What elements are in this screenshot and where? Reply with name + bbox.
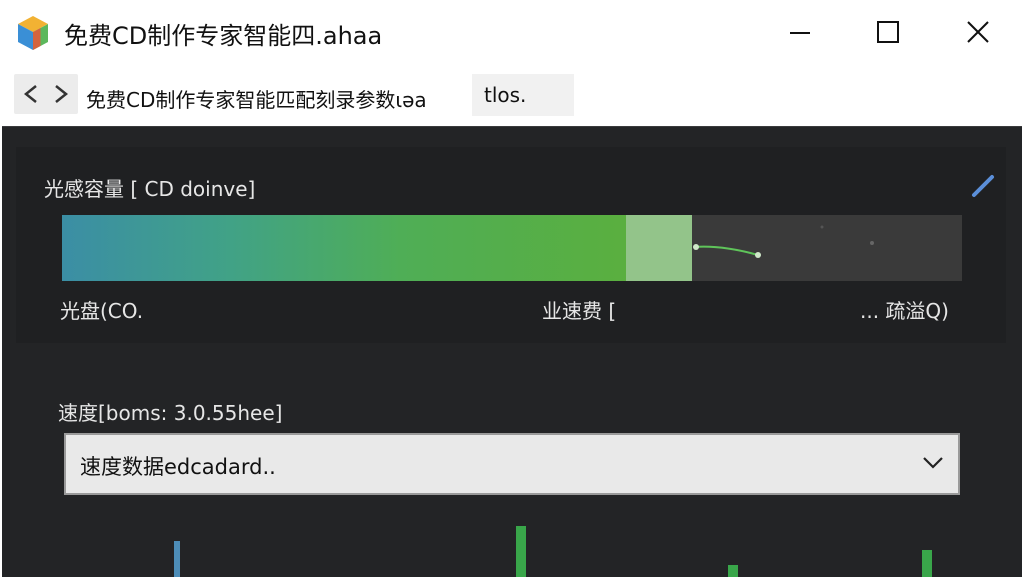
close-button[interactable] — [954, 14, 1000, 50]
maximize-icon — [877, 21, 899, 43]
app-cube-icon — [16, 14, 50, 52]
burn-progress-spark — [693, 225, 874, 258]
breadcrumb[interactable]: 免费CD制作专家智能匹配刻录参数ιəa — [86, 84, 427, 113]
capacity-title: 光感容量 [ CD doinve] — [44, 177, 256, 201]
back-forward-button[interactable] — [14, 74, 78, 114]
chevron-down-icon — [923, 457, 943, 469]
close-icon — [967, 21, 989, 43]
window-title: 免费CD制作专家智能四.ahaa — [64, 22, 383, 50]
speed-graph-bar-3 — [728, 565, 738, 577]
capacity-label-free: ... 疏溢Q) — [860, 299, 949, 323]
speed-title: 速度[boms: 3.0.55hee] — [58, 401, 283, 425]
back-forward-icon — [23, 85, 69, 103]
maximize-button[interactable] — [864, 14, 910, 50]
pencil-icon[interactable] — [970, 173, 996, 199]
minimize-icon — [790, 32, 810, 34]
breadcrumb-tail[interactable]: tlos. — [472, 74, 574, 116]
capacity-bar — [62, 215, 962, 281]
main-panel: 光感容量 [ CD doinve] 光盘(CO. 业速费 [ ... 疏溢Q) … — [2, 126, 1022, 577]
capacity-label-used: 业速费 [ — [542, 299, 617, 323]
capacity-label-disc: 光盘(CO. — [60, 299, 144, 323]
speed-graph-bar-4 — [922, 550, 932, 577]
speed-graph — [2, 511, 1022, 577]
minimize-button[interactable] — [776, 14, 822, 50]
speed-dropdown[interactable]: 速度数据edcadard.. — [64, 433, 960, 495]
speed-graph-bar-1 — [174, 541, 180, 577]
speed-dropdown-value: 速度数据edcadard.. — [80, 455, 276, 479]
speed-graph-bar-2 — [516, 526, 526, 577]
title-bar: 免费CD制作专家智能四.ahaa — [0, 0, 1024, 66]
navigation-bar: 免费CD制作专家智能匹配刻录参数ιəa tlos. — [0, 66, 1024, 126]
